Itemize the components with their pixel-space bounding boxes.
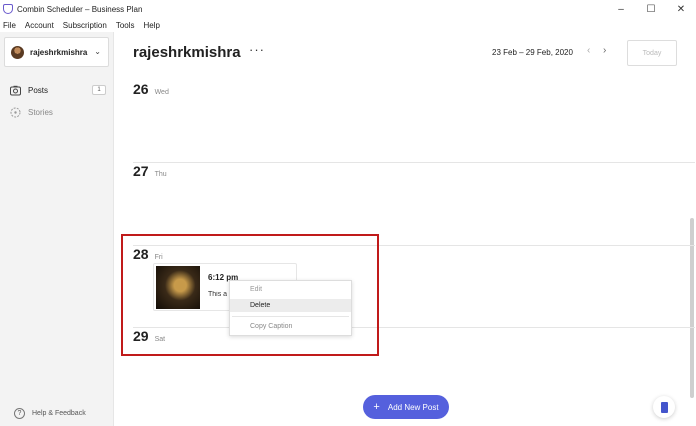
sidebar-item-stories[interactable]: Stories — [10, 104, 106, 120]
main-content: rajeshrkmishra ··· 23 Feb – 29 Feb, 2020… — [115, 32, 696, 426]
close-button[interactable]: ✕ — [666, 0, 696, 18]
help-feedback-link[interactable]: ? Help & Feedback — [14, 408, 86, 419]
day-divider — [133, 162, 695, 163]
add-new-post-button[interactable]: + Add New Post — [363, 395, 449, 419]
window-controls: – ☐ ✕ — [606, 0, 696, 18]
add-new-post-label: Add New Post — [387, 402, 439, 412]
menu-help[interactable]: Help — [144, 21, 160, 30]
date-range: 23 Feb – 29 Feb, 2020 — [492, 48, 573, 57]
day-header-27: 27 Thu — [133, 163, 167, 179]
posts-count-badge: 1 — [92, 85, 106, 95]
avatar — [11, 45, 24, 59]
plus-icon: + — [373, 401, 380, 413]
account-switcher[interactable]: rajeshrkmishra ⌄ — [4, 37, 109, 67]
camera-icon — [10, 85, 21, 96]
menu-file[interactable]: File — [3, 21, 16, 30]
stories-icon — [10, 107, 21, 118]
sidebar: rajeshrkmishra ⌄ Posts 1 Stories ? Help … — [0, 32, 114, 426]
help-icon: ? — [14, 408, 25, 419]
day-name: Thu — [154, 171, 167, 178]
phone-icon — [660, 401, 668, 413]
menu-subscription[interactable]: Subscription — [63, 21, 107, 30]
highlight-annotation — [121, 234, 379, 356]
menu-account[interactable]: Account — [25, 21, 54, 30]
day-name: Wed — [154, 89, 169, 96]
maximize-button[interactable]: ☐ — [636, 0, 666, 18]
sidebar-item-label: Posts — [28, 85, 49, 95]
day-header-26: 26 Wed — [133, 81, 169, 97]
day-number: 27 — [133, 163, 149, 179]
minimize-button[interactable]: – — [606, 0, 636, 18]
sidebar-item-posts[interactable]: Posts 1 — [10, 82, 106, 98]
help-label: Help & Feedback — [32, 410, 86, 417]
chevron-down-icon: ⌄ — [94, 47, 101, 56]
menu-bar: File Account Subscription Tools Help — [0, 18, 696, 32]
day-number: 26 — [133, 81, 149, 97]
next-week-button[interactable]: › — [603, 45, 606, 56]
sidebar-item-label: Stories — [28, 107, 53, 117]
page-title: rajeshrkmishra — [133, 44, 241, 61]
more-options-icon[interactable]: ··· — [249, 42, 265, 57]
window-title: Combin Scheduler – Business Plan — [17, 4, 143, 14]
today-button[interactable]: Today — [627, 40, 677, 66]
app-logo-icon — [3, 4, 13, 14]
previous-week-button[interactable]: ‹ — [587, 45, 590, 56]
account-name: rajeshrkmishra — [30, 47, 88, 57]
menu-tools[interactable]: Tools — [116, 21, 135, 30]
title-bar: Combin Scheduler – Business Plan – ☐ ✕ — [0, 0, 696, 18]
mobile-preview-button[interactable] — [653, 396, 675, 418]
